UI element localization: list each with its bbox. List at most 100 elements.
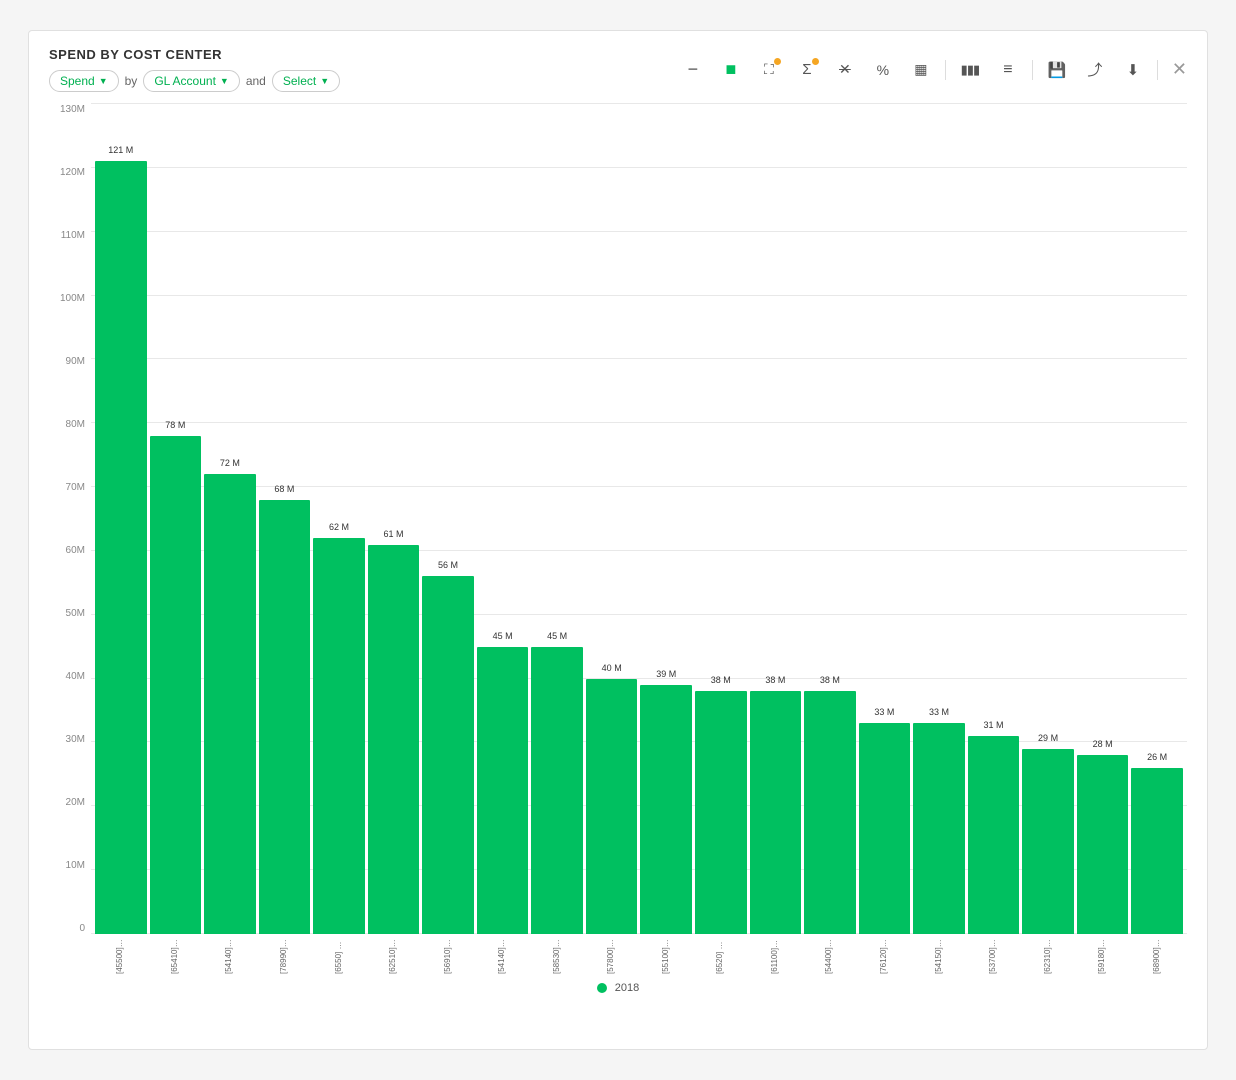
green-square-icon[interactable]: ■ xyxy=(717,56,745,84)
x-axis-label: [59180] 59100 xyxy=(1098,938,1107,974)
bar-group[interactable]: 72 M xyxy=(204,104,256,934)
toolbar-divider-2 xyxy=(1032,60,1033,80)
bar-value-label: 61 M xyxy=(383,529,403,539)
table-view-icon[interactable]: ▦ xyxy=(907,56,935,84)
x-axis-label: [54140] 54140 xyxy=(225,938,234,974)
bar[interactable]: 72 M xyxy=(204,474,256,934)
bar-group[interactable]: 38 M xyxy=(804,104,856,934)
x-label-group: [6520] utskrifts-... xyxy=(695,934,747,974)
bar-value-label: 62 M xyxy=(329,522,349,532)
bar-group[interactable]: 38 M xyxy=(750,104,802,934)
bar-group[interactable]: 33 M xyxy=(913,104,965,934)
bar[interactable]: 45 M xyxy=(531,647,583,934)
bar[interactable]: 39 M xyxy=(640,685,692,934)
account-filter-btn[interactable]: GL Account ▼ xyxy=(143,70,240,92)
x-label-group: [53700] 53700 xyxy=(968,934,1020,974)
account-label: GL Account xyxy=(154,74,216,88)
bar-value-label: 38 M xyxy=(711,675,731,685)
bar[interactable]: 61 M xyxy=(368,545,420,934)
bar[interactable]: 28 M xyxy=(1077,755,1129,934)
bar-value-label: 78 M xyxy=(165,420,185,430)
bar-group[interactable]: 68 M xyxy=(259,104,311,934)
bar[interactable]: 29 M xyxy=(1022,749,1074,934)
bar[interactable]: 121 M xyxy=(95,161,147,934)
bar-group[interactable]: 38 M xyxy=(695,104,747,934)
x-label-group: [6550] Konsultar-... xyxy=(313,934,365,974)
spend-filter-btn[interactable]: Spend ▼ xyxy=(49,70,119,92)
bar[interactable]: 33 M xyxy=(913,723,965,934)
x-label-group: [54150] 54150 xyxy=(913,934,965,974)
bar[interactable]: 38 M xyxy=(750,691,802,934)
bar-group[interactable]: 40 M xyxy=(586,104,638,934)
bar-value-label: 56 M xyxy=(438,560,458,570)
x-axis-label: [6520] utskrifts-... xyxy=(716,938,725,974)
bar[interactable]: 38 M xyxy=(695,691,747,934)
x-label-group: [68900] 68900 xyxy=(1131,934,1183,974)
x-axis-label: [58530] 56930 xyxy=(553,938,562,974)
x-axis-label: [55100] 55100 xyxy=(662,938,671,974)
x-axis-label: [62510] Primärken xyxy=(389,938,398,974)
chart-body: 121 M78 M72 M68 M62 M61 M56 M45 M45 M40 … xyxy=(91,104,1187,934)
bar[interactable]: 56 M xyxy=(422,576,474,934)
bar-group[interactable]: 61 M xyxy=(368,104,420,934)
spend-arrow-icon: ▼ xyxy=(99,76,108,86)
bar[interactable]: 31 M xyxy=(968,736,1020,934)
bar-value-label: 26 M xyxy=(1147,752,1167,762)
minus-icon[interactable]: − xyxy=(679,56,707,84)
bar-group[interactable]: 28 M xyxy=(1077,104,1129,934)
legend-row: 2018 xyxy=(49,982,1187,994)
bar-group[interactable]: 33 M xyxy=(859,104,911,934)
x-axis-label: [54400] 54600 xyxy=(825,938,834,974)
x-axis-label: [6550] Konsultar-... xyxy=(335,938,344,974)
y-axis-label: 20M xyxy=(49,797,91,808)
bar[interactable]: 26 M xyxy=(1131,768,1183,934)
bar-group[interactable]: 78 M xyxy=(150,104,202,934)
bar-group[interactable]: 39 M xyxy=(640,104,692,934)
bar-value-label: 121 M xyxy=(108,145,133,155)
bar-group[interactable]: 56 M xyxy=(422,104,474,934)
bar[interactable]: 62 M xyxy=(313,538,365,934)
x-label-group: [58530] 56930 xyxy=(531,934,583,974)
bar[interactable]: 33 M xyxy=(859,723,911,934)
bar-group[interactable]: 29 M xyxy=(1022,104,1074,934)
percent-icon[interactable]: % xyxy=(869,56,897,84)
close-icon[interactable]: ✕ xyxy=(1172,59,1187,80)
bar[interactable]: 68 M xyxy=(259,500,311,934)
list-icon[interactable]: ≡ xyxy=(994,56,1022,84)
save-icon[interactable]: 💾 xyxy=(1043,56,1071,84)
bar-group[interactable]: 45 M xyxy=(531,104,583,934)
x-axis-label: [65410] 6S410 xyxy=(171,938,180,974)
by-label: by xyxy=(125,74,138,88)
bar[interactable]: 45 M xyxy=(477,647,529,934)
x-axis: [45500] 6500[65410] 6S410[54140] 54140[7… xyxy=(91,934,1187,974)
chart-container: SPEND BY COST CENTER Spend ▼ by GL Accou… xyxy=(28,30,1208,1050)
bar[interactable]: 78 M xyxy=(150,436,202,934)
y-axis-label: 60M xyxy=(49,545,91,556)
bar[interactable]: 40 M xyxy=(586,679,638,934)
crop-icon[interactable]: ⛶ xyxy=(755,56,783,84)
select-filter-btn[interactable]: Select ▼ xyxy=(272,70,340,92)
bar-group[interactable]: 62 M xyxy=(313,104,365,934)
no-filter-icon[interactable]: ✕ xyxy=(831,56,859,84)
x-axis-label: [76120] 76120 xyxy=(880,938,889,974)
x-label-group: [57800] 59900 xyxy=(586,934,638,974)
y-axis-label: 90M xyxy=(49,356,91,367)
bar-group[interactable]: 121 M xyxy=(95,104,147,934)
y-axis-label: 0 xyxy=(49,923,91,934)
chart-area: 010M20M30M40M50M60M70M80M90M100M110M120M… xyxy=(49,104,1187,974)
bar-value-label: 45 M xyxy=(547,631,567,641)
x-axis-label: [62310] 62310 xyxy=(1044,938,1053,974)
y-axis-label: 30M xyxy=(49,734,91,745)
bar-group[interactable]: 45 M xyxy=(477,104,529,934)
bar-value-label: 33 M xyxy=(874,707,894,717)
x-label-group: [61100] 61100 xyxy=(750,934,802,974)
x-axis-label: [61100] 61100 xyxy=(771,938,780,974)
bar-chart-icon[interactable]: ▮▮▮ xyxy=(956,56,984,84)
x-label-group: [78990] 78990 xyxy=(259,934,311,974)
download-icon[interactable]: ⬇ xyxy=(1119,56,1147,84)
share-icon[interactable]: ⤴ xyxy=(1081,56,1109,84)
bar-group[interactable]: 26 M xyxy=(1131,104,1183,934)
sigma-icon[interactable]: Σ xyxy=(793,56,821,84)
bar[interactable]: 38 M xyxy=(804,691,856,934)
bar-group[interactable]: 31 M xyxy=(968,104,1020,934)
